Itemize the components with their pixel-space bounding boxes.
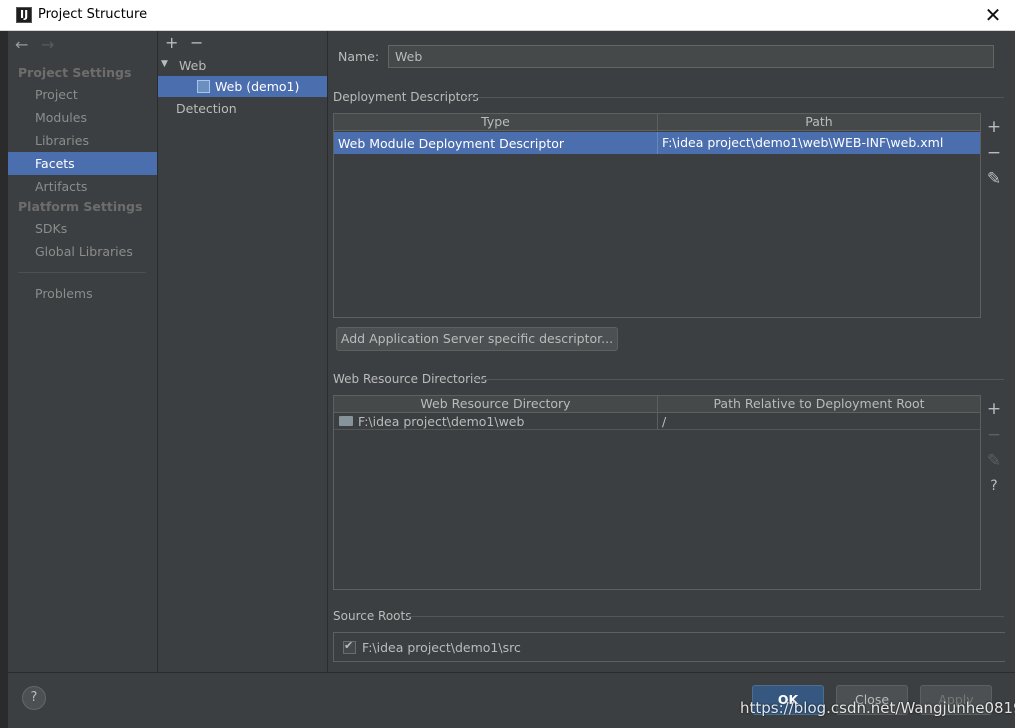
nav-section-project-settings: Project Settings	[18, 65, 132, 80]
source-roots-title: Source Roots	[333, 609, 412, 623]
title-bar	[0, 0, 1015, 31]
section-divider	[472, 379, 1004, 380]
tree-node-web-demo1-label: Web (demo1)	[215, 79, 300, 94]
web-facet-icon	[197, 80, 210, 93]
folder-icon	[339, 416, 353, 426]
watermark-text: https://blog.csdn.net/Wangjunhe0819	[740, 699, 1015, 717]
edit-directory-icon[interactable]: ✎	[984, 451, 1004, 471]
expand-chevron-icon[interactable]: ▼	[161, 59, 168, 69]
remove-facet-icon[interactable]: −	[190, 33, 203, 52]
nav-item-global-libraries[interactable]: Global Libraries	[35, 244, 133, 259]
nav-item-libraries[interactable]: Libraries	[35, 133, 89, 148]
help-directory-icon[interactable]: ?	[984, 478, 1004, 494]
tree-node-web[interactable]: Web	[179, 58, 206, 73]
add-server-descriptor-button[interactable]: Add Application Server specific descript…	[336, 327, 618, 351]
table-cell-relative-path: /	[662, 414, 667, 429]
column-header-web-resource-directory[interactable]: Web Resource Directory	[334, 396, 657, 413]
intellij-app-icon: IJ	[16, 7, 32, 23]
checkmark-icon: ✔	[344, 639, 354, 652]
nav-item-project[interactable]: Project	[35, 87, 78, 102]
section-divider	[408, 616, 1004, 617]
nav-item-artifacts[interactable]: Artifacts	[35, 179, 87, 194]
cell-divider	[657, 132, 658, 154]
nav-divider	[18, 272, 146, 273]
tree-node-detection[interactable]: Detection	[176, 101, 237, 116]
name-label: Name:	[338, 49, 380, 64]
window-title: Project Structure	[38, 7, 148, 22]
column-header-path[interactable]: Path	[657, 114, 980, 131]
table-cell-path: F:\idea project\demo1\web\WEB-INF\web.xm…	[662, 135, 944, 150]
nav-item-sdks[interactable]: SDKs	[35, 221, 67, 236]
nav-item-problems[interactable]: Problems	[35, 286, 93, 301]
cell-divider	[657, 413, 658, 430]
table-cell-type: Web Module Deployment Descriptor	[338, 136, 565, 151]
background-window-strip	[0, 31, 8, 728]
section-divider	[466, 97, 1004, 98]
remove-descriptor-icon[interactable]: −	[984, 143, 1004, 163]
add-directory-icon[interactable]: +	[984, 399, 1004, 419]
source-root-path: F:\idea project\demo1\src	[362, 640, 521, 655]
back-arrow-icon[interactable]: ←	[15, 35, 28, 54]
web-resource-directories-title: Web Resource Directories	[333, 372, 487, 386]
column-header-type[interactable]: Type	[334, 114, 657, 131]
column-header-relative-path[interactable]: Path Relative to Deployment Root	[657, 396, 980, 413]
add-descriptor-icon[interactable]: +	[984, 117, 1004, 137]
forward-arrow-icon[interactable]: →	[41, 35, 54, 54]
nav-item-facets-label: Facets	[35, 156, 75, 171]
add-facet-icon[interactable]: +	[165, 33, 178, 52]
deployment-descriptors-title: Deployment Descriptors	[333, 90, 479, 104]
table-cell-directory: F:\idea project\demo1\web	[358, 414, 525, 429]
nav-section-platform-settings: Platform Settings	[18, 199, 143, 214]
edit-descriptor-icon[interactable]: ✎	[984, 169, 1004, 189]
remove-directory-icon[interactable]: −	[984, 425, 1004, 445]
nav-item-facets[interactable]	[8, 152, 157, 175]
left-navigation-panel	[8, 31, 157, 672]
facet-tree-panel	[157, 31, 328, 672]
help-button[interactable]: ?	[22, 686, 46, 710]
close-window-icon[interactable]: ✕	[982, 4, 1004, 26]
nav-item-modules[interactable]: Modules	[35, 110, 87, 125]
name-input[interactable]: Web	[388, 45, 994, 68]
